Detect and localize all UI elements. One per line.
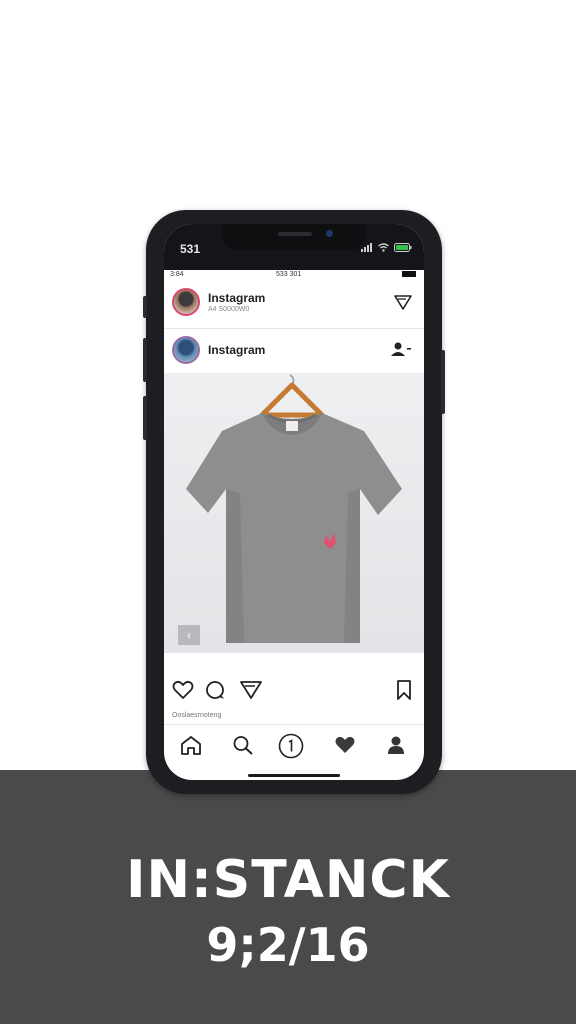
post-header[interactable]: Instagram: [164, 328, 424, 372]
circle-1-icon[interactable]: [278, 733, 304, 764]
status-bar: 531: [164, 224, 424, 270]
front-camera: [326, 230, 333, 237]
bottom-tab-bar: [164, 724, 424, 769]
post-avatar[interactable]: [172, 336, 200, 364]
post-caption: Ooslaesrnoteng: [172, 712, 222, 719]
banner-subtitle: 9;2/16: [206, 918, 370, 972]
status-time: 531: [180, 242, 201, 256]
profile-person-icon[interactable]: [386, 735, 406, 760]
avatar[interactable]: [172, 288, 200, 316]
post-actions: [164, 676, 424, 708]
send-triangle-icon[interactable]: [394, 294, 412, 315]
mini-status-mid: 533 301: [276, 271, 302, 278]
secondary-status-bar: 3:84 533 301: [164, 270, 424, 280]
mute-switch: [143, 296, 147, 318]
post-author-name: Instagram: [208, 343, 266, 357]
tshirt-on-hanger-image: [186, 374, 402, 643]
comment-bubble-icon[interactable]: [204, 680, 226, 705]
post-image[interactable]: ‹: [164, 373, 424, 653]
account-row[interactable]: Instagram A4 S0000W0: [164, 280, 424, 324]
phone-screen: 531 3:84 533 301 Instagram A4 S0000W0 In…: [164, 224, 424, 780]
heart-filled-icon[interactable]: [334, 735, 356, 760]
mini-battery-icon: [402, 271, 416, 277]
home-icon[interactable]: [180, 735, 202, 760]
volume-up-button: [143, 338, 147, 382]
person-icon[interactable]: [390, 341, 412, 362]
earpiece-speaker: [278, 232, 312, 236]
home-indicator[interactable]: [248, 774, 340, 777]
signal-icon: [361, 241, 373, 255]
banner-title: IN:STANCK: [126, 850, 450, 910]
volume-down-button: [143, 396, 147, 440]
wifi-icon: [378, 241, 389, 255]
status-icons: [361, 241, 412, 255]
power-button: [441, 350, 445, 414]
mini-status-left: 3:84: [170, 271, 184, 278]
heart-icon[interactable]: [172, 680, 194, 705]
account-subtitle: A4 S0000W0: [208, 306, 250, 313]
search-icon[interactable]: [232, 735, 254, 760]
bookmark-icon[interactable]: [396, 680, 412, 705]
share-send-icon[interactable]: [240, 680, 262, 705]
notch: [222, 224, 366, 250]
account-name: Instagram: [208, 291, 266, 305]
battery-icon: [394, 241, 412, 255]
phone-frame: 531 3:84 533 301 Instagram A4 S0000W0 In…: [143, 210, 445, 794]
carousel-prev-button[interactable]: ‹: [178, 625, 200, 645]
